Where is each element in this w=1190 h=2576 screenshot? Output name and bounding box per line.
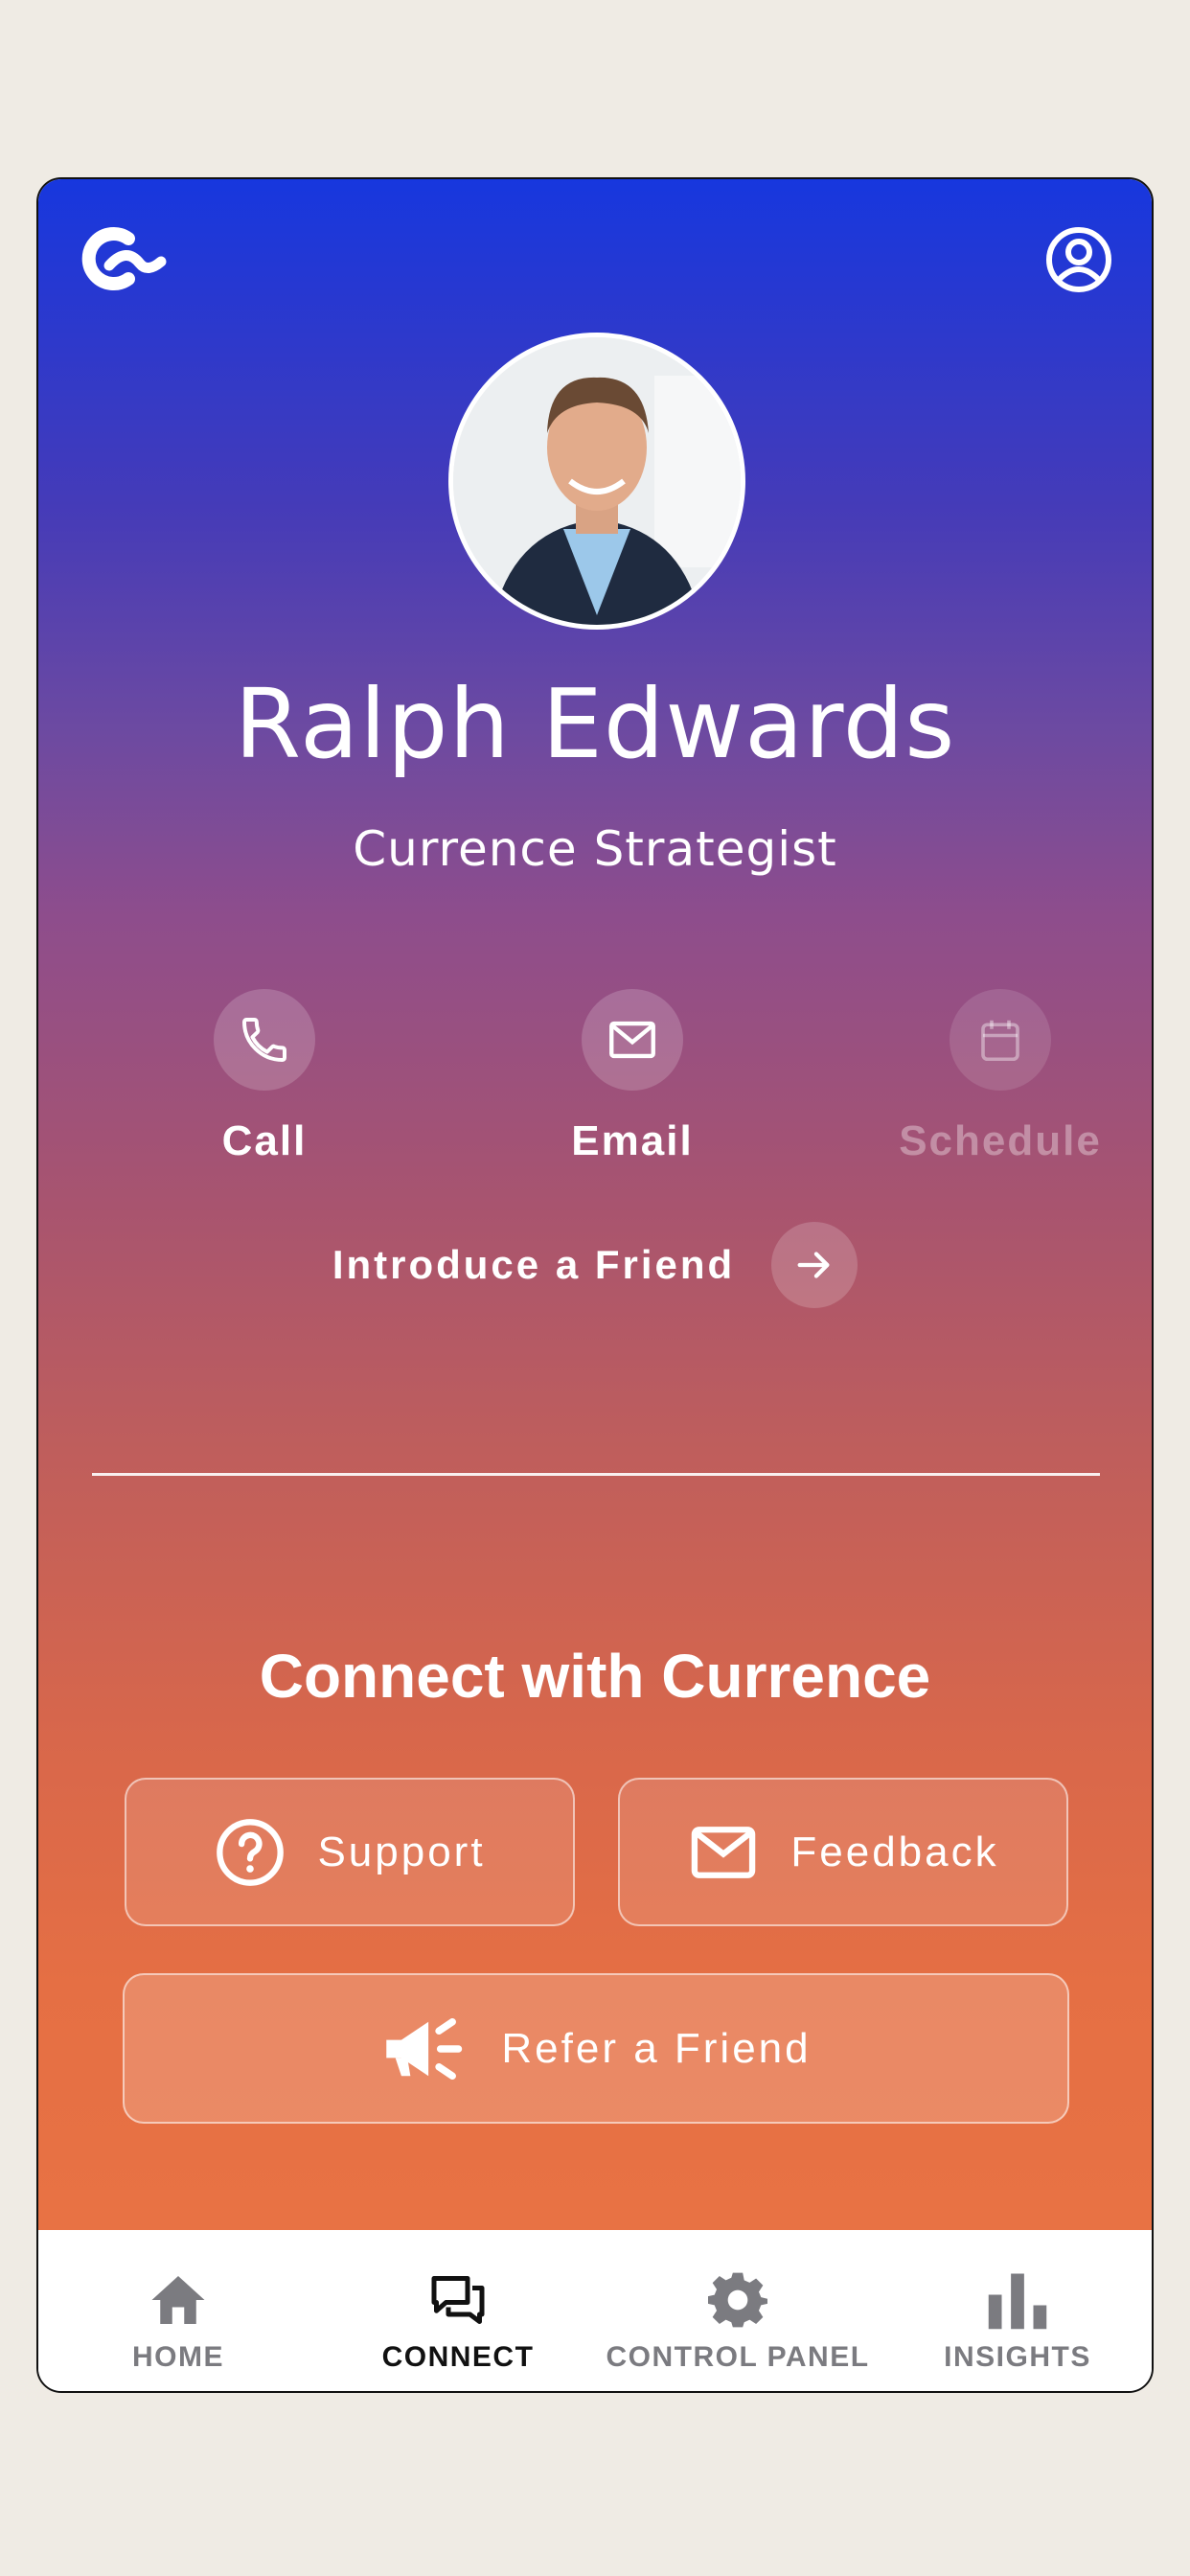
mail-icon	[687, 1816, 760, 1889]
schedule-label: Schedule	[899, 1117, 1102, 1164]
help-icon	[214, 1816, 286, 1889]
email-label: Email	[571, 1117, 694, 1164]
currence-logo-icon[interactable]	[80, 225, 167, 292]
tab-connect-label: CONNECT	[381, 2341, 535, 2373]
account-icon[interactable]	[1044, 225, 1113, 294]
connect-title: Connect with Currence	[259, 1642, 931, 1711]
refer-friend-label: Refer a Friend	[501, 2024, 812, 2072]
introduce-friend-link[interactable]: Introduce a Friend	[38, 1222, 1152, 1308]
feedback-button[interactable]: Feedback	[618, 1778, 1068, 1926]
phone-icon	[214, 989, 315, 1091]
tab-control-panel-label: CONTROL PANEL	[606, 2341, 870, 2373]
tab-insights[interactable]: INSIGHTS	[878, 2230, 1152, 2391]
call-label: Call	[221, 1117, 308, 1164]
introduce-friend-label: Introduce a Friend	[332, 1242, 736, 1287]
mail-icon	[582, 989, 683, 1091]
feedback-label: Feedback	[790, 1828, 999, 1875]
profile-name: Ralph Edwards	[234, 668, 956, 780]
bottom-tab-bar: HOME CONNECT CONTROL PANEL INSIGHTS	[38, 2230, 1152, 2391]
tab-insights-label: INSIGHTS	[944, 2341, 1091, 2373]
tab-home[interactable]: HOME	[38, 2230, 318, 2391]
tab-connect[interactable]: CONNECT	[318, 2230, 598, 2391]
bar-chart-icon	[878, 2268, 1152, 2332]
home-icon	[38, 2268, 318, 2332]
email-button[interactable]: Email	[517, 989, 747, 1165]
refer-friend-button[interactable]: Refer a Friend	[123, 1973, 1069, 2124]
megaphone-icon	[380, 2012, 470, 2085]
support-button[interactable]: Support	[125, 1778, 575, 1926]
call-button[interactable]: Call	[149, 989, 379, 1165]
support-label: Support	[317, 1828, 486, 1875]
tab-control-panel[interactable]: CONTROL PANEL	[598, 2230, 878, 2391]
profile-hero: Ralph Edwards Currence Strategist Call E…	[38, 179, 1152, 2230]
section-divider	[92, 1473, 1100, 1476]
app-screen: Ralph Edwards Currence Strategist Call E…	[36, 177, 1154, 2393]
profile-title: Currence Strategist	[353, 821, 837, 877]
gear-icon	[598, 2268, 878, 2332]
calendar-icon	[950, 989, 1051, 1091]
arrow-right-icon[interactable]	[771, 1222, 858, 1308]
tab-home-label: HOME	[132, 2341, 224, 2373]
avatar	[448, 333, 745, 630]
schedule-button[interactable]: Schedule	[885, 989, 1115, 1165]
chat-icon	[318, 2268, 598, 2332]
